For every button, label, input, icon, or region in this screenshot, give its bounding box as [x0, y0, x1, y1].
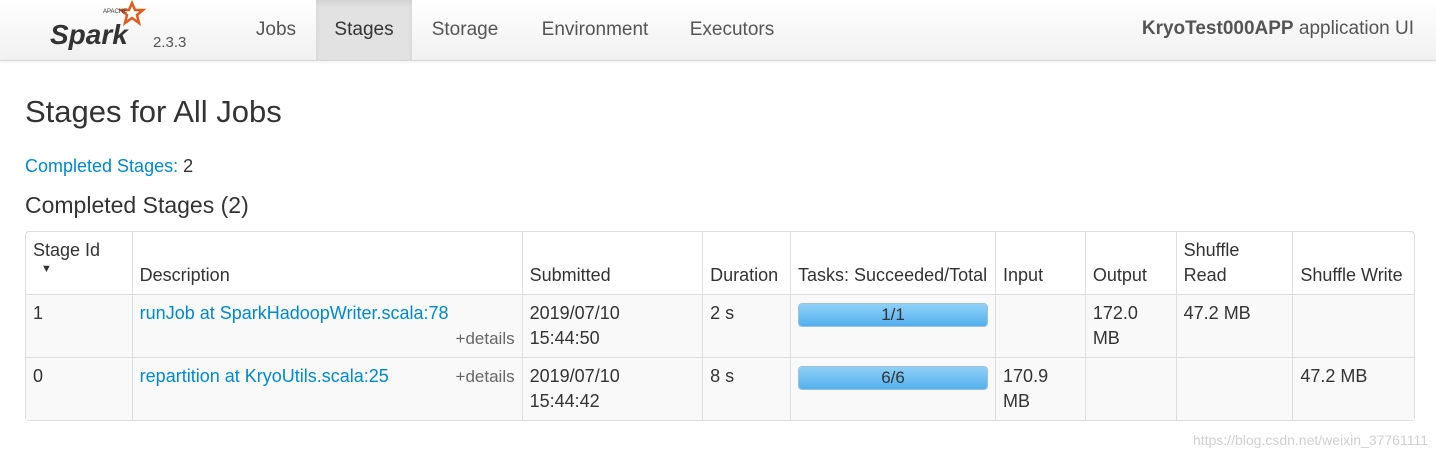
header-output[interactable]: Output — [1084, 232, 1176, 294]
nav-tab-stages[interactable]: Stages — [316, 0, 412, 60]
details-toggle[interactable]: +details — [456, 364, 515, 389]
cell-stage-id: 0 — [26, 357, 132, 420]
completed-stages-link[interactable]: Completed Stages: — [25, 156, 178, 176]
table-row: 0 repartition at KryoUtils.scala:25 +det… — [26, 357, 1414, 420]
spark-logo-icon: APACHE Spark — [50, 0, 147, 50]
cell-shuffle-write: 47.2 MB — [1292, 357, 1414, 420]
header-tasks[interactable]: Tasks: Succeeded/Total — [790, 232, 995, 294]
header-duration[interactable]: Duration — [702, 232, 790, 294]
sort-desc-icon[interactable]: ▼ — [41, 263, 125, 275]
cell-shuffle-read — [1175, 357, 1293, 420]
header-stage-id-label: Stage Id — [33, 240, 101, 260]
cell-description: repartition at KryoUtils.scala:25 +detai… — [131, 357, 522, 420]
nav-tab-storage[interactable]: Storage — [416, 0, 514, 60]
cell-duration: 8 s — [702, 357, 791, 420]
completed-stages-table: Stage Id ▼ Description Submitted Duration… — [25, 231, 1415, 421]
app-name: KryoTest000APP — [1141, 18, 1294, 39]
app-title: KryoTest000APP application UI — [1142, 0, 1414, 58]
cell-shuffle-write — [1292, 294, 1414, 357]
spark-version: 2.3.3 — [153, 34, 187, 51]
page-title: Stages for All Jobs — [25, 94, 282, 129]
cell-submitted: 2019/07/10 15:44:50 — [521, 294, 703, 357]
svg-text:Spark: Spark — [50, 19, 129, 50]
top-navbar: APACHE Spark 2.3.3 Jobs Stages Storage E… — [0, 0, 1436, 61]
cell-submitted: 2019/07/10 15:44:42 — [521, 357, 703, 420]
svg-text:APACHE: APACHE — [103, 9, 127, 15]
header-input[interactable]: Input — [995, 232, 1085, 294]
cell-output: 172.0 MB — [1084, 294, 1176, 357]
spark-logo[interactable]: APACHE Spark — [48, 0, 198, 60]
header-submitted[interactable]: Submitted — [521, 232, 702, 294]
watermark: https://blog.csdn.net/weixin_37761111 — [1192, 432, 1428, 448]
stage-description-link[interactable]: repartition at KryoUtils.scala:25 — [140, 366, 389, 386]
nav-tab-jobs[interactable]: Jobs — [240, 0, 312, 60]
cell-output — [1084, 357, 1176, 420]
cell-duration: 2 s — [702, 294, 791, 357]
header-description[interactable]: Description — [131, 232, 522, 294]
tasks-progress-bar: 6/6 — [798, 366, 989, 390]
details-toggle[interactable]: +details — [456, 326, 515, 351]
cell-stage-id: 1 — [26, 294, 132, 357]
completed-stages-count: 2 — [183, 156, 194, 176]
cell-tasks: 1/1 — [790, 294, 996, 357]
submitted-time: 15:44:42 — [529, 391, 600, 411]
tasks-progress-text: 1/1 — [881, 305, 905, 324]
tasks-progress-bar: 1/1 — [798, 303, 989, 327]
submitted-date: 2019/07/10 — [529, 303, 620, 323]
header-shuffle-read[interactable]: Shuffle Read — [1175, 232, 1293, 294]
cell-description: runJob at SparkHadoopWriter.scala:78 +de… — [131, 294, 522, 357]
header-shuffle-write[interactable]: Shuffle Write — [1292, 232, 1414, 294]
nav-tab-environment[interactable]: Environment — [524, 0, 666, 60]
cell-tasks: 6/6 — [790, 357, 996, 420]
cell-input — [995, 294, 1085, 357]
header-stage-id[interactable]: Stage Id ▼ — [26, 232, 132, 294]
completed-stages-summary: Completed Stages: 2 — [25, 156, 193, 177]
nav-tab-executors[interactable]: Executors — [676, 0, 788, 60]
tasks-progress-text: 6/6 — [881, 368, 905, 387]
submitted-date: 2019/07/10 — [529, 366, 620, 386]
section-title[interactable]: Completed Stages (2) — [25, 192, 249, 219]
table-row: 1 runJob at SparkHadoopWriter.scala:78 +… — [26, 294, 1414, 357]
submitted-time: 15:44:50 — [529, 328, 600, 348]
stage-description-link[interactable]: runJob at SparkHadoopWriter.scala:78 — [140, 303, 449, 323]
cell-input: 170.9 MB — [995, 357, 1085, 420]
cell-shuffle-read: 47.2 MB — [1175, 294, 1293, 357]
app-suffix: application UI — [1293, 18, 1414, 39]
